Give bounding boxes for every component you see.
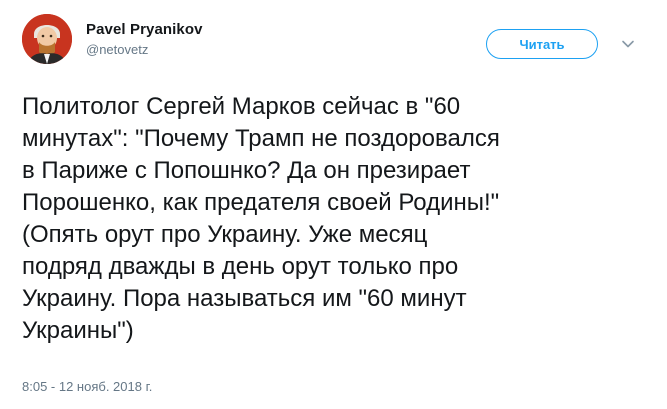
follow-button-label: Читать xyxy=(519,36,565,52)
tweet-text-line: Украины") xyxy=(22,317,134,344)
follow-button[interactable]: Читать xyxy=(486,29,598,59)
chevron-down-icon[interactable] xyxy=(620,36,636,52)
author-handle[interactable]: @netovetz xyxy=(86,42,148,57)
avatar[interactable] xyxy=(22,14,72,64)
avatar-portrait-icon xyxy=(22,14,72,64)
tweet-text-line: Порошенко, как предателя своей Родины!" xyxy=(22,189,500,216)
tweet-text: Политолог Сергей Марков сейчас в "60 мин… xyxy=(22,91,652,347)
tweet-text-line: Украину. Пора называться им "60 минут xyxy=(22,285,467,312)
tweet-text-line: Политолог Сергей Марков сейчас в "60 xyxy=(22,93,461,120)
tweet-text-line: подряд дважды в день орут только про xyxy=(22,253,459,280)
tweet-card: Pavel Pryanikov @netovetz Читать Политол… xyxy=(0,0,667,409)
tweet-text-line: в Париже с Попошнко? Да он презирает xyxy=(22,157,471,184)
tweet-timestamp[interactable]: 8:05 - 12 нояб. 2018 г. xyxy=(22,379,152,394)
tweet-text-line: минутах": "Почему Трамп не поздоровался xyxy=(22,125,500,152)
tweet-text-line: (Опять орут про Украину. Уже месяц xyxy=(22,221,428,248)
author-name[interactable]: Pavel Pryanikov xyxy=(86,21,203,38)
